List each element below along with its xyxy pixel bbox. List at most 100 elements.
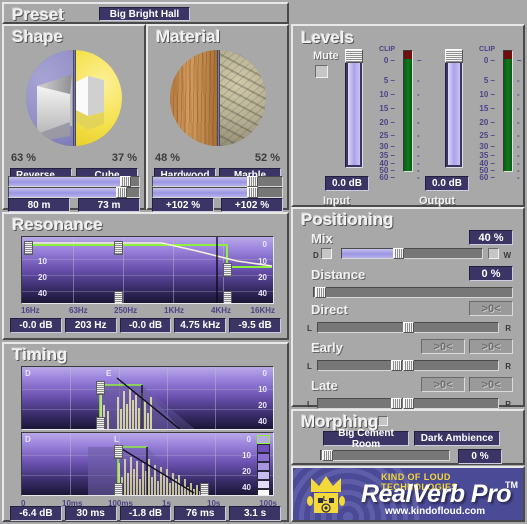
- early-label: Early: [311, 340, 343, 355]
- mix-wet-tag: W: [503, 251, 511, 260]
- timing-early-marker-d: D: [25, 369, 31, 378]
- morph-preset-b[interactable]: Dark Ambience: [414, 431, 500, 446]
- direct-label: Direct: [311, 302, 348, 317]
- output-scale-20: 20 –: [479, 118, 495, 127]
- res-x-1khz: 1KHz: [164, 306, 185, 315]
- input-scale-10: 10 –: [379, 90, 395, 99]
- late-right-tag: R: [505, 400, 511, 409]
- res-handle-high-freq[interactable]: [223, 291, 232, 303]
- mix-label: Mix: [311, 231, 333, 246]
- timing-decay-handle[interactable]: [200, 483, 209, 495]
- mix-value[interactable]: 40 %: [469, 230, 513, 245]
- timing-late-level-value[interactable]: -1.8 dB: [119, 506, 172, 521]
- timing-early-y-20: 20: [258, 401, 267, 410]
- timing-late-graph[interactable]: D L 0 10 20 40: [21, 432, 274, 496]
- distance-slider[interactable]: [313, 287, 513, 298]
- thickness-controls: +102 % +102 %: [146, 176, 289, 212]
- res-handle-mid-gain[interactable]: [114, 241, 123, 255]
- timing-decay-value[interactable]: 3.1 s: [229, 506, 281, 521]
- size-left-value[interactable]: 80 m: [8, 198, 70, 212]
- direct-left-tag: L: [307, 324, 312, 333]
- timing-early-level-value[interactable]: -6.4 dB: [10, 506, 62, 521]
- input-clip-label: CLIP: [379, 46, 395, 53]
- timing-late-time-handle[interactable]: [114, 483, 123, 495]
- distance-value[interactable]: 0 %: [469, 266, 513, 281]
- shape-left-percent: 63 %: [11, 152, 37, 164]
- timing-late-time-value[interactable]: 76 ms: [174, 506, 227, 521]
- input-scale-5: 5 –: [383, 76, 395, 85]
- timing-color-legend: [257, 435, 270, 495]
- thickness-right-value[interactable]: +102 %: [221, 198, 283, 212]
- resonance-graph[interactable]: 10 20 40 0 10 20 40: [21, 236, 274, 304]
- res-x-16hz: 16Hz: [21, 306, 40, 315]
- res-y-0-right: 0: [262, 240, 267, 249]
- res-y-10: 10: [38, 257, 47, 266]
- late-slider[interactable]: [317, 398, 499, 409]
- res-y-40-right: 40: [258, 289, 267, 298]
- res-y-40: 40: [38, 289, 47, 298]
- preset-name-field[interactable]: Big Bright Hall: [99, 7, 190, 21]
- king-mascot-icon: L: [307, 476, 345, 513]
- timing-late-marker-l: L: [114, 435, 119, 444]
- input-level-meter: [403, 50, 413, 172]
- morph-amount-value[interactable]: 0 %: [458, 449, 502, 464]
- positioning-title: Positioning: [301, 210, 394, 229]
- thickness-slider-b[interactable]: [152, 187, 283, 198]
- size-slider-b[interactable]: [8, 187, 140, 198]
- res-low-freq-value[interactable]: 203 Hz: [64, 318, 117, 333]
- output-gain-fader[interactable]: [445, 49, 463, 168]
- morph-preset-a[interactable]: Big Cement Room: [323, 428, 409, 450]
- direct-value[interactable]: >0<: [469, 301, 513, 316]
- res-x-4khz: 4KHz: [211, 306, 232, 315]
- res-mid-gain-value[interactable]: -0.0 dB: [119, 318, 172, 333]
- brand-logo-panel: L KIND OF LOUD TECHNOLOGIES RealVerb Pro…: [291, 466, 525, 522]
- input-scale-60: 60 –: [379, 173, 395, 182]
- direct-slider[interactable]: [317, 322, 499, 333]
- timing-early-y-10: 10: [258, 385, 267, 394]
- mix-slider[interactable]: [341, 248, 483, 259]
- res-y-20: 20: [38, 273, 47, 282]
- input-gain-fader[interactable]: [345, 49, 363, 168]
- mix-wet-button[interactable]: [488, 248, 499, 259]
- mute-label: Mute: [313, 50, 339, 62]
- shape-disc[interactable]: [26, 50, 122, 146]
- timing-early-plot: [99, 377, 195, 429]
- size-right-value[interactable]: 73 m: [78, 198, 140, 212]
- res-handle-low-freq[interactable]: [114, 291, 123, 303]
- size-controls: 80 m 73 m: [2, 176, 146, 212]
- early-value-1[interactable]: >0<: [421, 339, 465, 354]
- morph-slider[interactable]: [320, 450, 450, 461]
- early-slider[interactable]: [317, 360, 499, 371]
- mix-dry-button[interactable]: [321, 248, 332, 259]
- late-value-1[interactable]: >0<: [421, 377, 465, 392]
- material-disc[interactable]: [169, 50, 266, 146]
- thickness-left-value[interactable]: +102 %: [152, 198, 214, 212]
- output-gain-value[interactable]: 0.0 dB: [425, 176, 469, 191]
- size-slider-a[interactable]: [8, 176, 140, 187]
- res-high-freq-value[interactable]: 4.75 kHz: [174, 318, 227, 333]
- res-low-gain-value[interactable]: -0.0 dB: [10, 318, 62, 333]
- late-value-2[interactable]: >0<: [469, 377, 513, 392]
- timing-late-level-handle[interactable]: [114, 445, 123, 459]
- res-handle-high-gain[interactable]: [223, 263, 232, 277]
- resonance-curve: [25, 237, 273, 303]
- thickness-slider-a[interactable]: [152, 176, 283, 187]
- material-title: Material: [156, 27, 221, 46]
- timing-early-time-handle[interactable]: [96, 417, 105, 429]
- morphing-enable-checkbox[interactable]: [378, 416, 388, 426]
- timing-early-level-handle[interactable]: [96, 381, 105, 395]
- input-scale-15: 15 –: [379, 104, 395, 113]
- timing-late-y-10: 10: [242, 451, 251, 460]
- res-high-gain-value[interactable]: -9.5 dB: [229, 318, 281, 333]
- timing-early-marker-e: E: [106, 369, 112, 378]
- early-value-2[interactable]: >0<: [469, 339, 513, 354]
- timing-early-graph[interactable]: D E 0 10 20 40: [21, 366, 274, 430]
- preset-label: Preset: [12, 5, 64, 24]
- mute-checkbox[interactable]: [315, 65, 328, 78]
- output-clip-label: CLIP: [479, 46, 495, 53]
- output-scale-60: 60 –: [479, 173, 495, 182]
- input-gain-value[interactable]: 0.0 dB: [325, 176, 369, 191]
- timing-early-time-value[interactable]: 30 ms: [64, 506, 117, 521]
- res-handle-low-gain[interactable]: [24, 241, 33, 255]
- early-left-tag: L: [307, 362, 312, 371]
